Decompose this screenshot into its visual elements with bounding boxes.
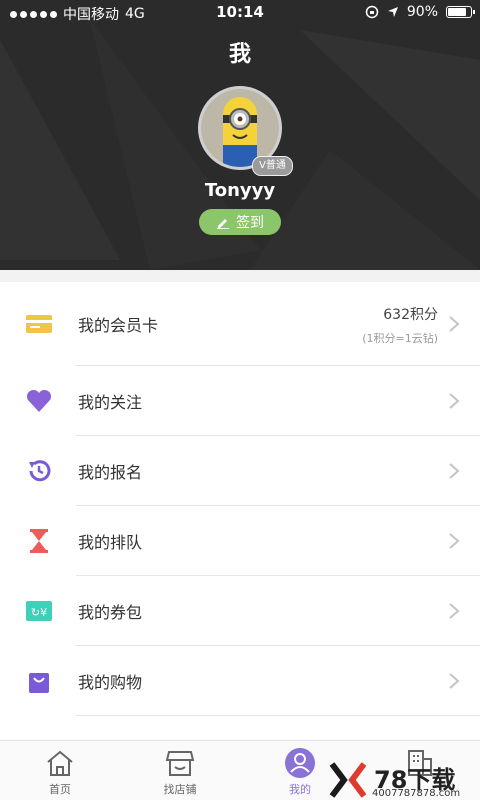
chevron-right-icon (449, 393, 460, 409)
menu-item-label: 我的关注 (78, 393, 143, 412)
chevron-right-icon (449, 603, 460, 619)
points-info: 632积分 (1积分=1云钻) (362, 304, 438, 346)
shopping-bag-icon (25, 667, 53, 695)
points-value: 632积分 (383, 307, 438, 323)
checkin-label: 签到 (236, 215, 264, 231)
pencil-icon (217, 219, 229, 229)
home-icon (47, 750, 73, 776)
coupon-icon: ↻¥ (25, 597, 53, 625)
hourglass-icon (25, 527, 53, 555)
svg-text:↻¥: ↻¥ (31, 606, 47, 619)
heart-icon (25, 387, 53, 415)
history-clock-icon (25, 457, 53, 485)
section-divider (0, 270, 480, 282)
page-title: 我 (228, 42, 251, 67)
menu-item-label: 我的排队 (78, 533, 143, 552)
menu-item-label: 我的会员卡 (78, 316, 159, 335)
menu-item-signup[interactable]: 我的报名 (0, 436, 480, 506)
watermark-site: 4007787878.com (372, 788, 461, 799)
profile-menu: 我的会员卡 632积分 (1积分=1云钻) 我的关注 我的报名 我的排队 ↻¥ … (0, 282, 480, 716)
menu-item-shopping[interactable]: 我的购物 (0, 646, 480, 716)
chevron-right-icon (449, 463, 460, 479)
username: Tonyyy (204, 180, 276, 201)
tab-label: 首页 (49, 783, 71, 796)
checkin-button[interactable]: 签到 (199, 209, 281, 235)
x-logo-icon (329, 762, 367, 798)
status-bar: 中国移动 4G 10:14 90% (0, 0, 480, 26)
chevron-right-icon (449, 316, 460, 332)
menu-item-label: 我的购物 (78, 673, 143, 692)
store-icon (165, 751, 195, 776)
menu-item-label: 我的报名 (78, 463, 143, 482)
menu-item-follow[interactable]: 我的关注 (0, 366, 480, 436)
points-note: (1积分=1云钻) (362, 332, 438, 345)
profile-icon (285, 748, 315, 778)
menu-item-label: 我的券包 (78, 603, 143, 622)
chevron-right-icon (449, 673, 460, 689)
menu-item-coupons[interactable]: ↻¥ 我的券包 (0, 576, 480, 646)
profile-header: 中国移动 4G 10:14 90% 我 V普通 Tonyyy 签到 (0, 0, 480, 270)
location-icon (387, 7, 398, 17)
vip-badge: V普通 (252, 156, 293, 176)
rotation-lock-icon (365, 5, 379, 19)
tab-home[interactable]: 首页 (20, 747, 100, 797)
tab-label: 找店铺 (163, 783, 197, 796)
chevron-right-icon (449, 533, 460, 549)
tab-find-store[interactable]: 找店铺 (140, 747, 220, 797)
battery-percent: 90% (406, 4, 438, 20)
card-icon (25, 310, 53, 338)
menu-item-member-card[interactable]: 我的会员卡 632积分 (1积分=1云钻) (0, 282, 480, 366)
watermark: 78下载 4007787878.com (328, 760, 478, 800)
menu-item-queue[interactable]: 我的排队 (0, 506, 480, 576)
battery-icon (446, 6, 475, 18)
